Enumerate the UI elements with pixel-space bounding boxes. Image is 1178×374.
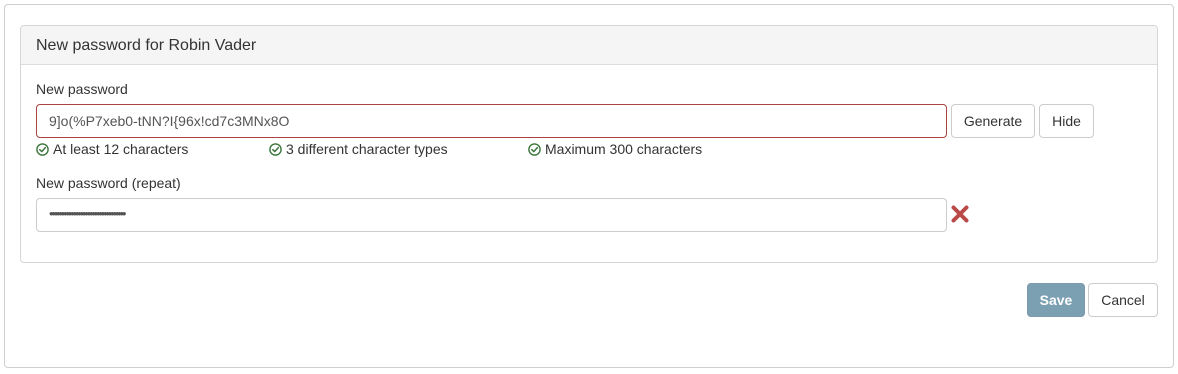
save-button[interactable]: Save: [1027, 283, 1085, 317]
check-circle-icon: [269, 143, 282, 159]
requirement-min-length: At least 12 characters: [36, 141, 188, 157]
new-password-input[interactable]: 9]o(%P7xeb0-tNN?I{96x!cd7c3MNx8O: [36, 104, 947, 138]
check-circle-icon: [528, 143, 541, 159]
panel-title: New password for Robin Vader: [21, 26, 1157, 65]
cancel-button[interactable]: Cancel: [1088, 283, 1158, 317]
requirement-label: Maximum 300 characters: [545, 141, 703, 157]
requirement-char-types: 3 different character types: [269, 141, 448, 157]
requirement-label: At least 12 characters: [53, 141, 189, 157]
requirement-max-length: Maximum 300 characters: [528, 141, 702, 157]
generate-button[interactable]: Generate: [951, 104, 1035, 138]
close-x-icon: [950, 204, 970, 224]
new-password-label: New password: [36, 81, 128, 97]
repeat-password-label: New password (repeat): [36, 175, 181, 191]
requirement-label: 3 different character types: [286, 141, 448, 157]
check-circle-icon: [36, 143, 49, 159]
repeat-password-input[interactable]: ••••••••••••••••••••••••••••••••: [36, 198, 947, 232]
hide-button[interactable]: Hide: [1039, 104, 1094, 138]
